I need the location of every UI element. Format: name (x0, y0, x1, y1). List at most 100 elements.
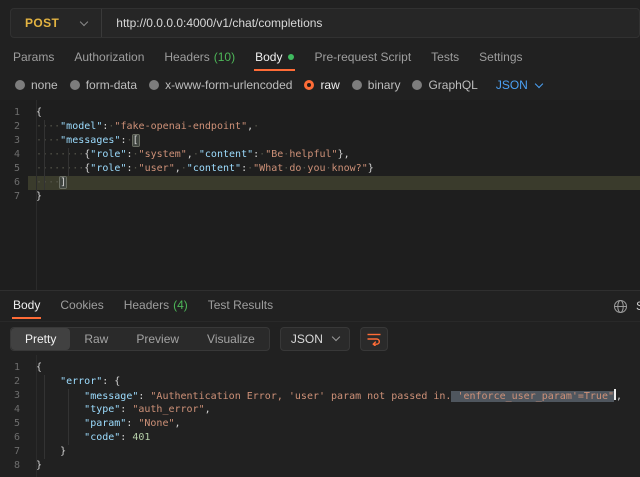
radio-icon[interactable] (352, 80, 362, 90)
radio-label: none (31, 78, 58, 92)
response-header-right: S (613, 299, 640, 314)
tab-label: Test Results (208, 298, 273, 312)
url-input[interactable]: POST http://0.0.0.0:4000/v1/chat/complet… (10, 8, 640, 38)
body-type-graphql[interactable]: GraphQL (412, 78, 477, 92)
radio-icon[interactable] (70, 80, 80, 90)
code-line[interactable]: 5········{"role":·"user",·"content":·"Wh… (0, 162, 640, 176)
tab-label: Cookies (60, 298, 103, 312)
line-number: 3 (0, 134, 28, 148)
radio-label: raw (320, 78, 339, 92)
view-preview[interactable]: Preview (122, 328, 193, 350)
method-dropdown[interactable]: POST (11, 9, 101, 37)
tab-pre-request-script[interactable]: Pre-request Script (313, 46, 412, 71)
body-type-binary[interactable]: binary (352, 78, 401, 92)
content-type-dropdown[interactable]: JSON (496, 78, 542, 92)
tab-tests[interactable]: Tests (430, 46, 460, 71)
tab-label: Pre-request Script (314, 50, 411, 64)
response-toolbar: PrettyRawPreviewVisualize JSON (0, 322, 640, 355)
code-text: { (28, 361, 640, 375)
radio-label: binary (368, 78, 401, 92)
radio-label: GraphQL (428, 78, 477, 92)
code-text: } (28, 445, 640, 459)
method-label: POST (25, 16, 59, 30)
code-text: ········{"role":·"system",·"content":·"B… (28, 148, 640, 162)
tab-body[interactable]: Body (254, 46, 295, 71)
code-line[interactable]: 6 "code": 401 (0, 431, 640, 445)
tab-label: Headers (164, 50, 209, 64)
tab-headers[interactable]: Headers (10) (163, 46, 236, 71)
line-number: 8 (0, 459, 28, 473)
line-number: 4 (0, 148, 28, 162)
tab-authorization[interactable]: Authorization (73, 46, 145, 71)
tab-label: Headers (124, 298, 169, 312)
line-number: 2 (0, 120, 28, 134)
response-format-label: JSON (291, 332, 323, 346)
code-line[interactable]: 1{ (0, 106, 640, 120)
tab-label: Body (255, 50, 282, 64)
code-text: "error": { (28, 375, 640, 389)
line-number: 1 (0, 106, 28, 120)
tab-params[interactable]: Params (12, 46, 55, 71)
radio-icon[interactable] (304, 80, 314, 90)
tab-test-results[interactable]: Test Results (207, 294, 274, 319)
code-text: "code": 401 (28, 431, 640, 445)
body-type-raw[interactable]: raw (304, 78, 339, 92)
code-line[interactable]: 5 "param": "None", (0, 417, 640, 431)
line-number: 3 (0, 389, 28, 403)
tab-label: Authorization (74, 50, 144, 64)
code-text: "message": "Authentication Error, 'user'… (28, 389, 640, 403)
code-line[interactable]: 4 "type": "auth_error", (0, 403, 640, 417)
code-line[interactable]: 4········{"role":·"system",·"content":·"… (0, 148, 640, 162)
code-line[interactable]: 3 "message": "Authentication Error, 'use… (0, 389, 640, 403)
line-number: 2 (0, 375, 28, 389)
response-header: Body Cookies Headers(4) Test Results S (0, 291, 640, 322)
tab-label: Settings (479, 50, 522, 64)
response-tabs: Body Cookies Headers(4) Test Results (0, 294, 283, 318)
code-text: ········{"role":·"user",·"content":·"Wha… (28, 162, 640, 176)
body-type-form-data[interactable]: form-data (70, 78, 137, 92)
status-text-clipped: S (636, 299, 640, 313)
radio-icon[interactable] (15, 80, 25, 90)
request-body-editor[interactable]: 1{2····"model":·"fake-openai-endpoint",·… (0, 100, 640, 290)
code-text: ····] (28, 176, 640, 190)
response-body-editor[interactable]: 1{2 "error": {3 "message": "Authenticati… (0, 355, 640, 477)
tab-headers[interactable]: Headers(4) (123, 294, 189, 319)
api-client-window: POST http://0.0.0.0:4000/v1/chat/complet… (0, 0, 640, 477)
code-line[interactable]: 8} (0, 459, 640, 473)
code-line[interactable]: 2 "error": { (0, 375, 640, 389)
tab-label: Params (13, 50, 54, 64)
line-number: 7 (0, 190, 28, 204)
code-line[interactable]: 3····"messages":·[ (0, 134, 640, 148)
radio-icon[interactable] (149, 80, 159, 90)
divider (101, 9, 102, 37)
code-line[interactable]: 7} (0, 190, 640, 204)
radio-label: x-www-form-urlencoded (165, 78, 292, 92)
code-line[interactable]: 6····] (0, 176, 640, 190)
count-badge: (10) (214, 50, 235, 64)
line-number: 4 (0, 403, 28, 417)
line-number: 5 (0, 417, 28, 431)
radio-label: form-data (86, 78, 137, 92)
line-number: 5 (0, 162, 28, 176)
code-line[interactable]: 7 } (0, 445, 640, 459)
wrap-text-button[interactable] (360, 327, 388, 351)
line-number: 6 (0, 431, 28, 445)
tab-body[interactable]: Body (12, 294, 41, 319)
radio-icon[interactable] (412, 80, 422, 90)
tab-label: Body (13, 298, 40, 312)
content-type-label: JSON (496, 78, 528, 92)
view-raw[interactable]: Raw (70, 328, 122, 350)
globe-icon[interactable] (613, 299, 628, 314)
chevron-down-icon (332, 333, 340, 341)
code-line[interactable]: 2····"model":·"fake-openai-endpoint",· (0, 120, 640, 134)
wrap-text-icon (366, 332, 382, 346)
url-text[interactable]: http://0.0.0.0:4000/v1/chat/completions (116, 16, 322, 30)
body-type-x-www-form-urlencoded[interactable]: x-www-form-urlencoded (149, 78, 292, 92)
code-line[interactable]: 1{ (0, 361, 640, 375)
tab-cookies[interactable]: Cookies (59, 294, 104, 319)
view-pretty[interactable]: Pretty (11, 328, 70, 350)
tab-settings[interactable]: Settings (478, 46, 523, 71)
body-type-none[interactable]: none (15, 78, 58, 92)
response-format-dropdown[interactable]: JSON (280, 327, 350, 351)
view-visualize[interactable]: Visualize (193, 328, 269, 350)
